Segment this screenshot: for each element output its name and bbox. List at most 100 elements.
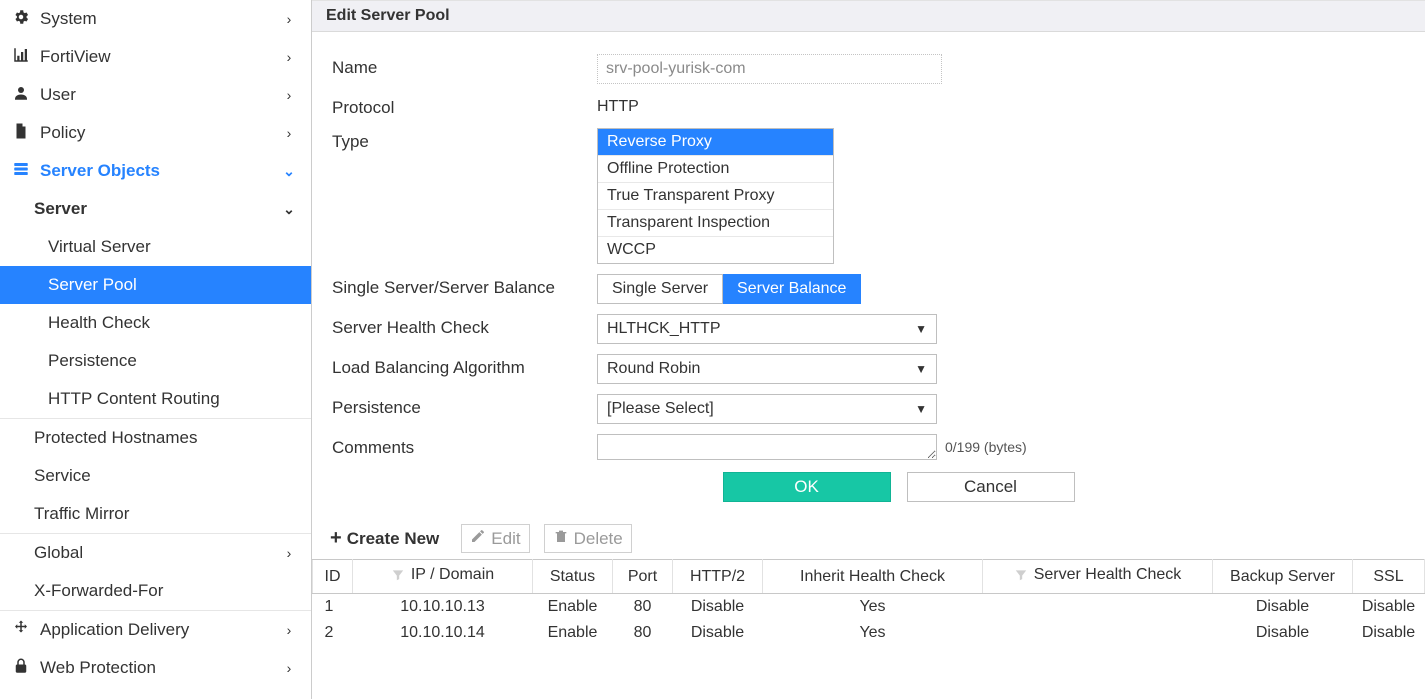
chevron-right-icon: › <box>279 125 299 141</box>
type-option-reverse-proxy[interactable]: Reverse Proxy <box>598 129 833 156</box>
edit-icon <box>470 528 486 549</box>
type-option-transparent-inspection[interactable]: Transparent Inspection <box>598 210 833 237</box>
edit-label: Edit <box>491 529 520 549</box>
th-ssl[interactable]: SSL <box>1353 560 1425 594</box>
protocol-label: Protocol <box>332 94 597 118</box>
protocol-value: HTTP <box>597 94 1405 116</box>
toggle-single-server[interactable]: Single Server <box>597 274 723 304</box>
filter-icon <box>1014 568 1028 582</box>
member-table: ID IP / Domain Status Port HTTP/2 Inheri… <box>312 559 1425 646</box>
sidebar-item-application-delivery[interactable]: Application Delivery › <box>0 611 311 649</box>
sidebar-item-fortiview[interactable]: FortiView › <box>0 38 311 76</box>
th-http2[interactable]: HTTP/2 <box>673 560 763 594</box>
th-id[interactable]: ID <box>313 560 353 594</box>
create-label: Create New <box>347 529 440 549</box>
cell-port: 80 <box>613 594 673 621</box>
cell-inherit: Yes <box>763 594 983 621</box>
toggle-server-balance[interactable]: Server Balance <box>723 274 861 304</box>
cell-ssl: Disable <box>1353 594 1425 621</box>
name-label: Name <box>332 54 597 78</box>
delete-button[interactable]: Delete <box>544 524 632 553</box>
sidebar-item-user[interactable]: User › <box>0 76 311 114</box>
name-input[interactable] <box>597 54 942 84</box>
chevron-right-icon: › <box>279 87 299 103</box>
table-row[interactable]: 1 10.10.10.13 Enable 80 Disable Yes Disa… <box>313 594 1425 621</box>
persistence-label: Persistence <box>332 394 597 418</box>
sidebar-item-label: System <box>40 9 97 29</box>
persistence-select[interactable]: [Please Select] ▼ <box>597 394 937 424</box>
sidebar-item-web-protection[interactable]: Web Protection › <box>0 649 311 687</box>
sidebar-item-label: Web Protection <box>40 658 156 678</box>
move-icon <box>12 619 30 642</box>
comments-input[interactable] <box>597 434 937 460</box>
ok-button[interactable]: OK <box>723 472 891 502</box>
caret-down-icon: ▼ <box>915 362 927 376</box>
health-select[interactable]: HLTHCK_HTTP ▼ <box>597 314 937 344</box>
comments-label: Comments <box>332 434 597 458</box>
sidebar-item-server-pool[interactable]: Server Pool <box>0 266 311 304</box>
chart-icon <box>12 46 30 69</box>
type-option-offline-protection[interactable]: Offline Protection <box>598 156 833 183</box>
sidebar-item-http-content-routing[interactable]: HTTP Content Routing <box>0 380 311 418</box>
type-select[interactable]: Reverse Proxy Offline Protection True Tr… <box>597 128 834 264</box>
sidebar-item-protected-hostnames[interactable]: Protected Hostnames <box>0 419 311 457</box>
cell-http2: Disable <box>673 620 763 646</box>
plus-icon: + <box>330 527 342 550</box>
th-inherit[interactable]: Inherit Health Check <box>763 560 983 594</box>
cell-backup: Disable <box>1213 620 1353 646</box>
sidebar-item-label: Persistence <box>48 351 137 371</box>
cell-ssl: Disable <box>1353 620 1425 646</box>
sidebar-item-persistence[interactable]: Persistence <box>0 342 311 380</box>
sidebar-item-policy[interactable]: Policy › <box>0 114 311 152</box>
servers-icon <box>12 160 30 183</box>
chevron-right-icon: › <box>279 660 299 676</box>
caret-down-icon: ▼ <box>915 322 927 336</box>
sidebar-item-label: FortiView <box>40 47 111 67</box>
sidebar-item-server[interactable]: Server ⌄ <box>0 190 311 228</box>
sidebar-item-system[interactable]: System › <box>0 0 311 38</box>
type-option-true-transparent-proxy[interactable]: True Transparent Proxy <box>598 183 833 210</box>
delete-icon <box>553 528 569 549</box>
sidebar-item-label: Policy <box>40 123 85 143</box>
chevron-down-icon: ⌄ <box>279 163 299 180</box>
cell-status: Enable <box>533 594 613 621</box>
sidebar-item-traffic-mirror[interactable]: Traffic Mirror <box>0 495 311 533</box>
sidebar-item-global[interactable]: Global › <box>0 534 311 572</box>
sidebar-item-label: Health Check <box>48 313 150 333</box>
sidebar-item-label: Virtual Server <box>48 237 151 257</box>
table-row[interactable]: 2 10.10.10.14 Enable 80 Disable Yes Disa… <box>313 620 1425 646</box>
algo-select[interactable]: Round Robin ▼ <box>597 354 937 384</box>
delete-label: Delete <box>574 529 623 549</box>
type-label: Type <box>332 128 597 152</box>
sidebar-item-label: Traffic Mirror <box>34 504 129 524</box>
sidebar-item-health-check[interactable]: Health Check <box>0 304 311 342</box>
sidebar-item-label: User <box>40 85 76 105</box>
th-status[interactable]: Status <box>533 560 613 594</box>
sidebar-item-server-objects[interactable]: Server Objects ⌄ <box>0 152 311 190</box>
cell-shc <box>983 594 1213 621</box>
chevron-right-icon: › <box>279 11 299 27</box>
sidebar-item-x-forwarded-for[interactable]: X-Forwarded-For <box>0 572 311 610</box>
sidebar-item-virtual-server[interactable]: Virtual Server <box>0 228 311 266</box>
sidebar-item-label: HTTP Content Routing <box>48 389 220 409</box>
cancel-button[interactable]: Cancel <box>907 472 1075 502</box>
filter-icon <box>391 568 405 582</box>
cell-http2: Disable <box>673 594 763 621</box>
chevron-right-icon: › <box>279 622 299 638</box>
sidebar-item-label: Server Pool <box>48 275 137 295</box>
health-label: Server Health Check <box>332 314 597 338</box>
lock-icon <box>12 657 30 680</box>
sidebar-item-label: X-Forwarded-For <box>34 581 163 601</box>
edit-button[interactable]: Edit <box>461 524 529 553</box>
doc-icon <box>12 122 30 145</box>
th-port[interactable]: Port <box>613 560 673 594</box>
chevron-right-icon: › <box>279 545 299 561</box>
th-shc[interactable]: Server Health Check <box>983 560 1213 594</box>
th-ip[interactable]: IP / Domain <box>353 560 533 594</box>
th-backup[interactable]: Backup Server <box>1213 560 1353 594</box>
algo-label: Load Balancing Algorithm <box>332 354 597 378</box>
health-value: HLTHCK_HTTP <box>607 320 721 338</box>
type-option-wccp[interactable]: WCCP <box>598 237 833 263</box>
create-new-button[interactable]: + Create New <box>322 524 447 553</box>
sidebar-item-service[interactable]: Service <box>0 457 311 495</box>
